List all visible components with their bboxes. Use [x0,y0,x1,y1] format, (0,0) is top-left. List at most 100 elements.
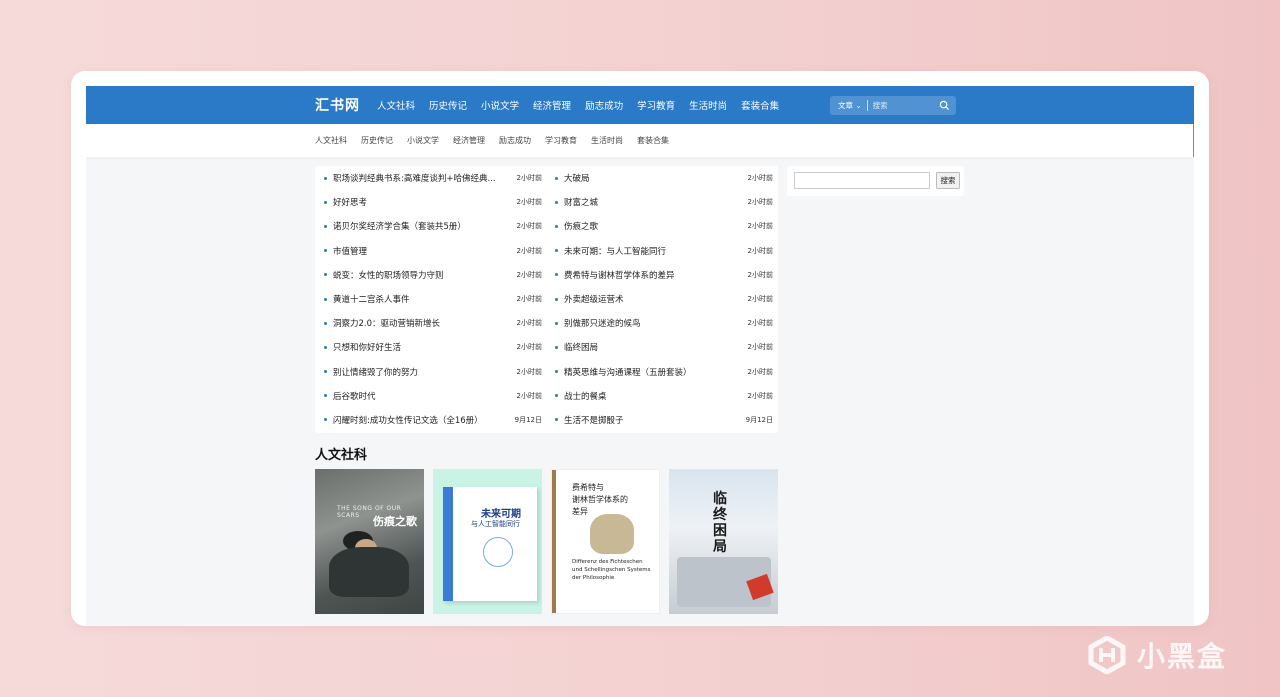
list-item: 市值管理 2小时前 [319,239,546,263]
article-link[interactable]: 战士的餐桌 [564,390,607,402]
bullet-icon [324,176,327,180]
nav-item-history[interactable]: 历史传记 [429,98,467,112]
sidebar-search-button[interactable]: 搜索 [936,172,960,189]
bullet-icon [555,176,558,180]
article-date: 2小时前 [747,295,773,304]
article-link[interactable]: 诺贝尔奖经济学合集（套装共5册） [333,220,466,232]
bullet-icon [324,297,327,301]
article-link[interactable]: 生活不是掷骰子 [564,414,624,426]
subnav-item-economics[interactable]: 经济管理 [453,135,485,146]
sidebar-search-input[interactable] [794,172,930,189]
nav-item-fiction[interactable]: 小说文学 [481,98,519,112]
list-item: 战士的餐桌 2小时前 [550,384,777,408]
article-date: 2小时前 [516,174,542,183]
article-link[interactable]: 职场谈判经典书系:高难度谈判+哈佛经典... [333,172,496,184]
list-item: 后谷歌时代 2小时前 [319,384,546,408]
list-item: 职场谈判经典书系:高难度谈判+哈佛经典... 2小时前 [319,166,546,190]
nav-item-education[interactable]: 学习教育 [637,98,675,112]
article-link[interactable]: 市值管理 [333,245,367,257]
article-link[interactable]: 伤痕之歌 [564,220,598,232]
bullet-icon [555,345,558,349]
article-link[interactable]: 别让情绪毁了你的努力 [333,366,418,378]
watermark: 小黑盒 [1087,635,1227,675]
site-logo[interactable]: 汇书网 [315,95,360,115]
list-item: 黄道十二宫杀人事件 2小时前 [319,287,546,311]
article-date: 2小时前 [516,270,542,279]
article-link[interactable]: 未来可期：与人工智能同行 [564,245,666,257]
bullet-icon [555,273,558,277]
bullet-icon [324,249,327,253]
nav-item-lifestyle[interactable]: 生活时尚 [689,98,727,112]
subnav-item-lifestyle[interactable]: 生活时尚 [591,135,623,146]
article-date: 2小时前 [747,343,773,352]
article-link[interactable]: 黄道十二宫杀人事件 [333,293,410,305]
screenshot-frame: 汇书网 人文社科 历史传记 小说文学 经济管理 励志成功 学习教育 生活时尚 套… [71,71,1209,626]
search-icon[interactable] [939,100,950,111]
cover-figure-body [329,547,409,597]
article-link[interactable]: 蜕变：女性的职场领导力守则 [333,269,444,281]
bullet-icon [555,297,558,301]
book-cover[interactable]: 未来可期 与人工智能同行 [433,469,542,614]
list-item: 精英思维与沟通课程（五册套装） 2小时前 [550,360,777,384]
subnav-item-education[interactable]: 学习教育 [545,135,577,146]
bullet-icon [555,370,558,374]
article-link[interactable]: 临终困局 [564,341,598,353]
book-cover[interactable]: THE SONG OF OUR SCARS 伤痕之歌 [315,469,424,614]
list-item: 别让情绪毁了你的努力 2小时前 [319,360,546,384]
nav-item-economics[interactable]: 经济管理 [533,98,571,112]
cover-book-box: 未来可期 与人工智能同行 [443,487,537,601]
article-link[interactable]: 别做那只迷途的候鸟 [564,317,641,329]
search-type-select[interactable]: 文章 ⌄ [830,100,862,111]
bullet-icon [555,321,558,325]
article-date: 9月12日 [745,415,773,424]
article-link[interactable]: 精英思维与沟通课程（五册套装） [564,366,692,378]
book-cover[interactable]: 临终困局 [669,469,778,614]
bullet-icon [324,273,327,277]
article-date: 2小时前 [747,391,773,400]
subnav-item-history[interactable]: 历史传记 [361,135,393,146]
subnav-item-fiction[interactable]: 小说文学 [407,135,439,146]
article-column-right: 大破局 2小时前 财富之城 2小时前 伤痕之歌 2小时前 未来可期：与人工智能同行 2小… [550,166,777,432]
article-date: 2小时前 [747,174,773,183]
article-link[interactable]: 闪耀时刻:成功女性传记文选（全16册） [333,414,483,426]
bullet-icon [324,321,327,325]
article-link[interactable]: 外卖超级运营术 [564,293,624,305]
header-search-input[interactable] [872,101,941,110]
list-item: 临终困局 2小时前 [550,335,777,359]
nav-item-humanities[interactable]: 人文社科 [377,98,415,112]
bullet-icon [324,200,327,204]
article-date: 2小时前 [516,391,542,400]
list-item: 闪耀时刻:成功女性传记文选（全16册） 9月12日 [319,408,546,432]
article-link[interactable]: 后谷歌时代 [333,390,376,402]
bullet-icon [555,200,558,204]
article-date: 2小时前 [747,198,773,207]
cover-title: 未来可期 [481,509,521,520]
article-date: 2小时前 [747,246,773,255]
cover-title: 费希特与 谢林哲学体系的 差异 [572,483,628,516]
article-link[interactable]: 财富之城 [564,196,598,208]
article-link[interactable]: 费希特与谢林哲学体系的差异 [564,269,675,281]
cover-spine [443,487,453,601]
bullet-icon [555,249,558,253]
nav-item-sets[interactable]: 套装合集 [741,98,779,112]
latest-articles: 职场谈判经典书系:高难度谈判+哈佛经典... 2小时前 好好思考 2小时前 诺贝尔奖… [315,166,778,433]
bullet-icon [555,224,558,228]
section-title: 人文社科 [315,448,368,463]
cover-subtitle: 与人工智能同行 [471,520,520,528]
list-item: 洞察力2.0：驱动营销新增长 2小时前 [319,311,546,335]
bullet-icon [324,345,327,349]
article-link[interactable]: 洞察力2.0：驱动营销新增长 [333,317,440,329]
article-link[interactable]: 只想和你好好生活 [333,341,401,353]
article-link[interactable]: 好好思考 [333,196,367,208]
subnav-item-humanities[interactable]: 人文社科 [315,135,347,146]
list-item: 费希特与谢林哲学体系的差异 2小时前 [550,263,777,287]
cover-spine [552,470,556,613]
book-cover[interactable]: 费希特与 谢林哲学体系的 差异 Differenz des Fichtesche… [551,469,660,614]
subnav-item-inspiration[interactable]: 励志成功 [499,135,531,146]
article-link[interactable]: 大破局 [564,172,590,184]
list-item: 好好思考 2小时前 [319,190,546,214]
nav-item-inspiration[interactable]: 励志成功 [585,98,623,112]
subnav-item-sets[interactable]: 套装合集 [637,135,669,146]
bullet-icon [324,224,327,228]
bullet-icon [555,418,558,422]
